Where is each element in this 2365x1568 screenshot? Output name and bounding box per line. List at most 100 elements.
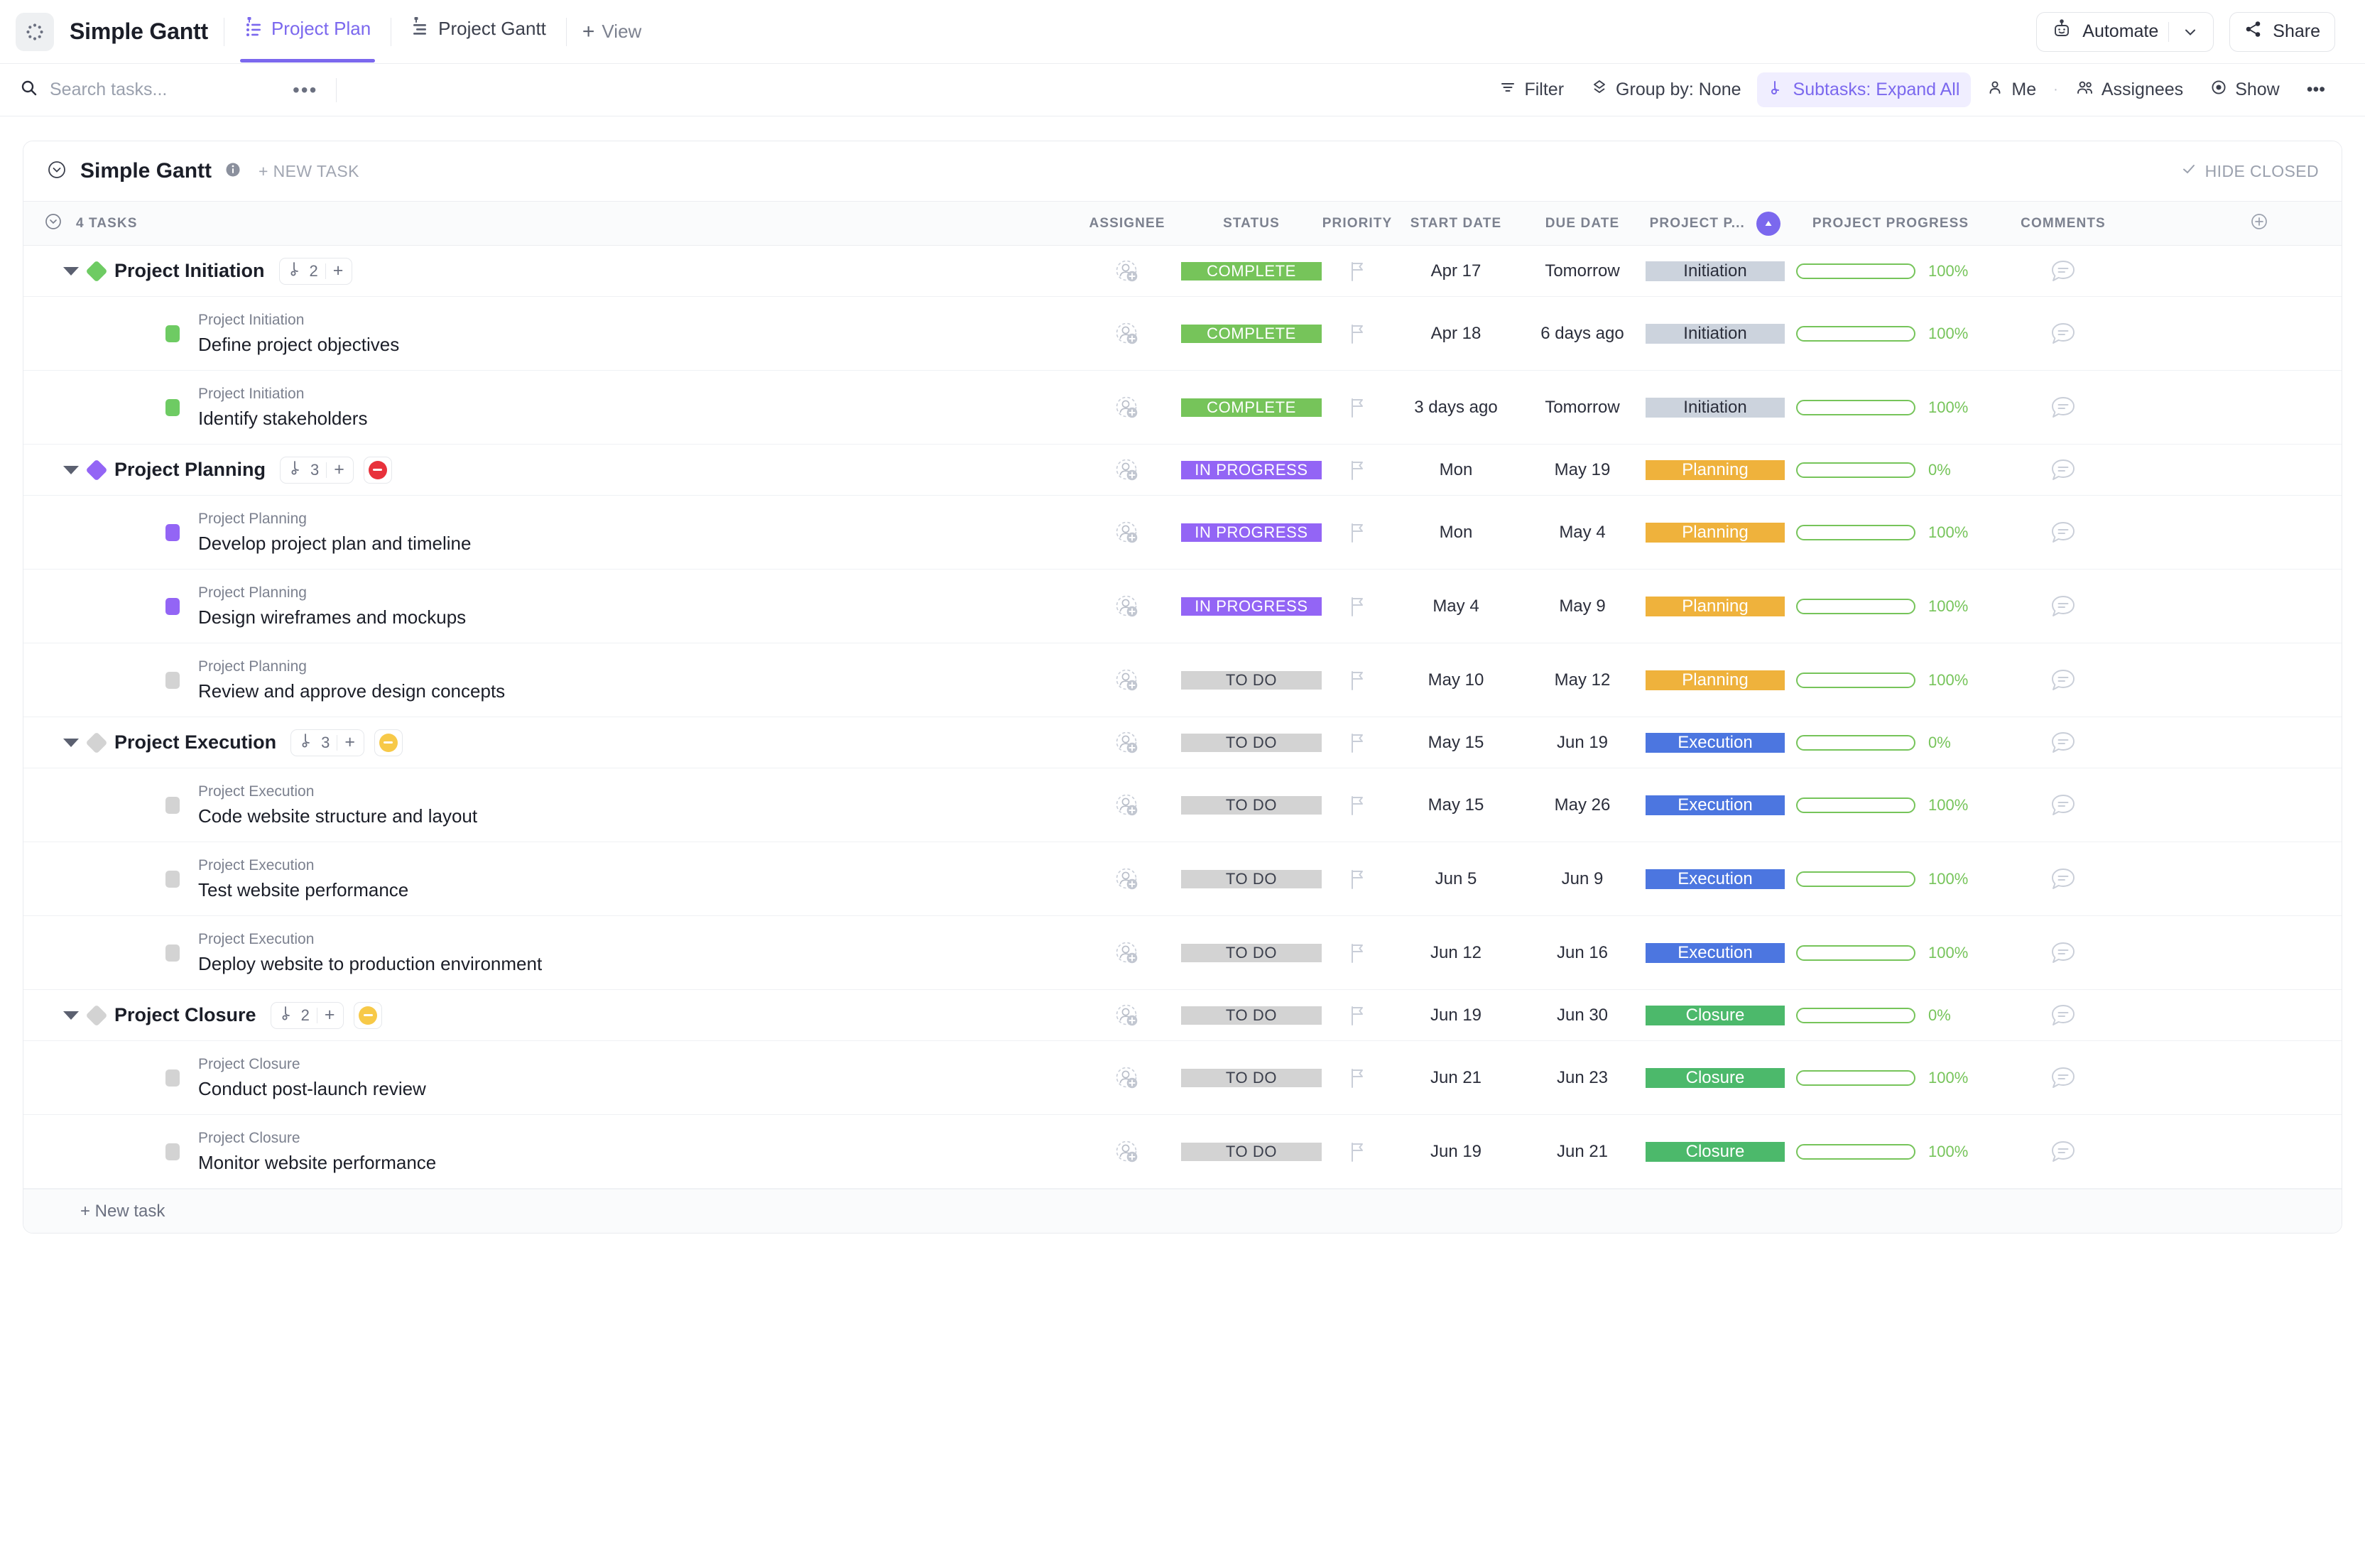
assignees-button[interactable]: Assignees xyxy=(2064,72,2195,107)
assignee-cell[interactable] xyxy=(1073,916,1181,990)
task-name[interactable]: Code website structure and layout xyxy=(198,805,477,827)
comment-icon[interactable] xyxy=(2050,940,2077,966)
footer-new-task-button[interactable]: + New task xyxy=(23,1189,2342,1233)
automate-button[interactable]: Automate xyxy=(2036,12,2214,52)
subtask-count-chip[interactable]: 3 + xyxy=(290,729,364,756)
start-date-cell[interactable]: May 10 xyxy=(1393,643,1519,717)
group-name[interactable]: Project Closure xyxy=(114,1004,256,1026)
project-phase-cell[interactable]: Closure xyxy=(1646,1115,1785,1189)
flag-icon[interactable] xyxy=(1347,521,1368,544)
add-subtask-button[interactable]: + xyxy=(325,1006,335,1024)
header-status[interactable]: STATUS xyxy=(1181,202,1322,246)
search-more-button[interactable]: ••• xyxy=(284,79,326,102)
status-cell[interactable]: TO DO xyxy=(1181,1041,1322,1115)
header-project-phase[interactable]: PROJECT P... xyxy=(1646,202,1785,246)
start-date-cell[interactable]: May 4 xyxy=(1393,570,1519,643)
info-icon[interactable] xyxy=(224,161,241,182)
assignee-cell[interactable] xyxy=(1073,1115,1181,1189)
project-progress-cell[interactable]: 100% xyxy=(1785,768,1996,842)
start-date-cell[interactable]: Apr 17 xyxy=(1393,246,1519,297)
expand-caret-icon[interactable] xyxy=(63,1011,79,1020)
assignee-cell[interactable] xyxy=(1073,297,1181,371)
project-phase-cell[interactable]: Execution xyxy=(1646,842,1785,916)
assignee-cell[interactable] xyxy=(1073,717,1181,768)
plus-circle-icon[interactable] xyxy=(2249,211,2270,232)
project-progress-cell[interactable]: 100% xyxy=(1785,246,1996,297)
priority-cell[interactable] xyxy=(1322,990,1393,1041)
start-date-cell[interactable]: Jun 21 xyxy=(1393,1041,1519,1115)
project-progress-cell[interactable]: 100% xyxy=(1785,842,1996,916)
priority-cell[interactable] xyxy=(1322,768,1393,842)
table-row[interactable]: Project Execution Deploy website to prod… xyxy=(23,916,2342,990)
priority-cell[interactable] xyxy=(1322,445,1393,496)
priority-cell[interactable] xyxy=(1322,842,1393,916)
subtask-count-chip[interactable]: 2 + xyxy=(279,258,353,285)
project-progress-cell[interactable]: 100% xyxy=(1785,916,1996,990)
assignee-cell[interactable] xyxy=(1073,1041,1181,1115)
chevron-down-icon[interactable] xyxy=(2179,23,2199,40)
header-assignee[interactable]: ASSIGNEE xyxy=(1073,202,1181,246)
group-by-button[interactable]: Group by: None xyxy=(1580,72,1753,107)
comments-cell[interactable] xyxy=(1996,297,2130,371)
project-phase-cell[interactable]: Planning xyxy=(1646,496,1785,570)
status-cell[interactable]: COMPLETE xyxy=(1181,246,1322,297)
flag-icon[interactable] xyxy=(1347,1004,1368,1027)
start-date-cell[interactable]: May 15 xyxy=(1393,768,1519,842)
due-date-cell[interactable]: Jun 21 xyxy=(1519,1115,1646,1189)
due-date-cell[interactable]: May 9 xyxy=(1519,570,1646,643)
start-date-cell[interactable]: May 15 xyxy=(1393,717,1519,768)
assignee-cell[interactable] xyxy=(1073,496,1181,570)
comments-cell[interactable] xyxy=(1996,445,2130,496)
project-phase-cell[interactable]: Execution xyxy=(1646,916,1785,990)
table-row[interactable]: Project Initiation Define project object… xyxy=(23,297,2342,371)
priority-cell[interactable] xyxy=(1322,570,1393,643)
status-cell[interactable]: COMPLETE xyxy=(1181,297,1322,371)
expand-caret-icon[interactable] xyxy=(63,739,79,747)
status-cell[interactable]: TO DO xyxy=(1181,768,1322,842)
project-progress-cell[interactable]: 100% xyxy=(1785,1041,1996,1115)
comment-icon[interactable] xyxy=(2050,520,2077,545)
project-progress-cell[interactable]: 0% xyxy=(1785,990,1996,1041)
table-row[interactable]: Project Initiation Identify stakeholders… xyxy=(23,371,2342,445)
tab-project-gantt[interactable]: Project Gantt xyxy=(407,9,550,54)
header-add-column[interactable] xyxy=(2130,202,2342,246)
assignee-cell[interactable] xyxy=(1073,246,1181,297)
comment-icon[interactable] xyxy=(2050,258,2077,284)
me-filter-button[interactable]: Me xyxy=(1975,72,2048,107)
start-date-cell[interactable]: Jun 19 xyxy=(1393,1115,1519,1189)
assignee-cell[interactable] xyxy=(1073,842,1181,916)
flag-icon[interactable] xyxy=(1347,260,1368,283)
comments-cell[interactable] xyxy=(1996,768,2130,842)
status-cell[interactable]: COMPLETE xyxy=(1181,371,1322,445)
start-date-cell[interactable]: 3 days ago xyxy=(1393,371,1519,445)
project-phase-cell[interactable]: Initiation xyxy=(1646,371,1785,445)
comment-icon[interactable] xyxy=(2050,1003,2077,1028)
priority-cell[interactable] xyxy=(1322,717,1393,768)
subtasks-button[interactable]: Subtasks: Expand All xyxy=(1757,72,1972,107)
assignee-cell[interactable] xyxy=(1073,445,1181,496)
priority-cell[interactable] xyxy=(1322,643,1393,717)
table-row[interactable]: Project Closure Monitor website performa… xyxy=(23,1115,2342,1189)
project-progress-cell[interactable]: 100% xyxy=(1785,643,1996,717)
comment-icon[interactable] xyxy=(2050,395,2077,420)
priority-cell[interactable] xyxy=(1322,297,1393,371)
due-date-cell[interactable]: May 12 xyxy=(1519,643,1646,717)
assignee-cell[interactable] xyxy=(1073,990,1181,1041)
task-name[interactable]: Monitor website performance xyxy=(198,1152,436,1174)
project-progress-cell[interactable]: 0% xyxy=(1785,717,1996,768)
group-name[interactable]: Project Initiation xyxy=(114,260,265,282)
table-row[interactable]: Project Planning Design wireframes and m… xyxy=(23,570,2342,643)
comments-cell[interactable] xyxy=(1996,1115,2130,1189)
table-row[interactable]: Project Planning Develop project plan an… xyxy=(23,496,2342,570)
toolbar-overflow-button[interactable]: ••• xyxy=(2295,73,2337,107)
status-cell[interactable]: IN PROGRESS xyxy=(1181,445,1322,496)
add-subtask-button[interactable]: + xyxy=(333,262,344,280)
status-cell[interactable]: TO DO xyxy=(1181,1115,1322,1189)
status-cell[interactable]: IN PROGRESS xyxy=(1181,570,1322,643)
due-date-cell[interactable]: Jun 19 xyxy=(1519,717,1646,768)
project-progress-cell[interactable]: 100% xyxy=(1785,297,1996,371)
filter-button[interactable]: Filter xyxy=(1488,72,1575,107)
flag-icon[interactable] xyxy=(1347,731,1368,754)
assignee-cell[interactable] xyxy=(1073,643,1181,717)
project-phase-cell[interactable]: Planning xyxy=(1646,643,1785,717)
